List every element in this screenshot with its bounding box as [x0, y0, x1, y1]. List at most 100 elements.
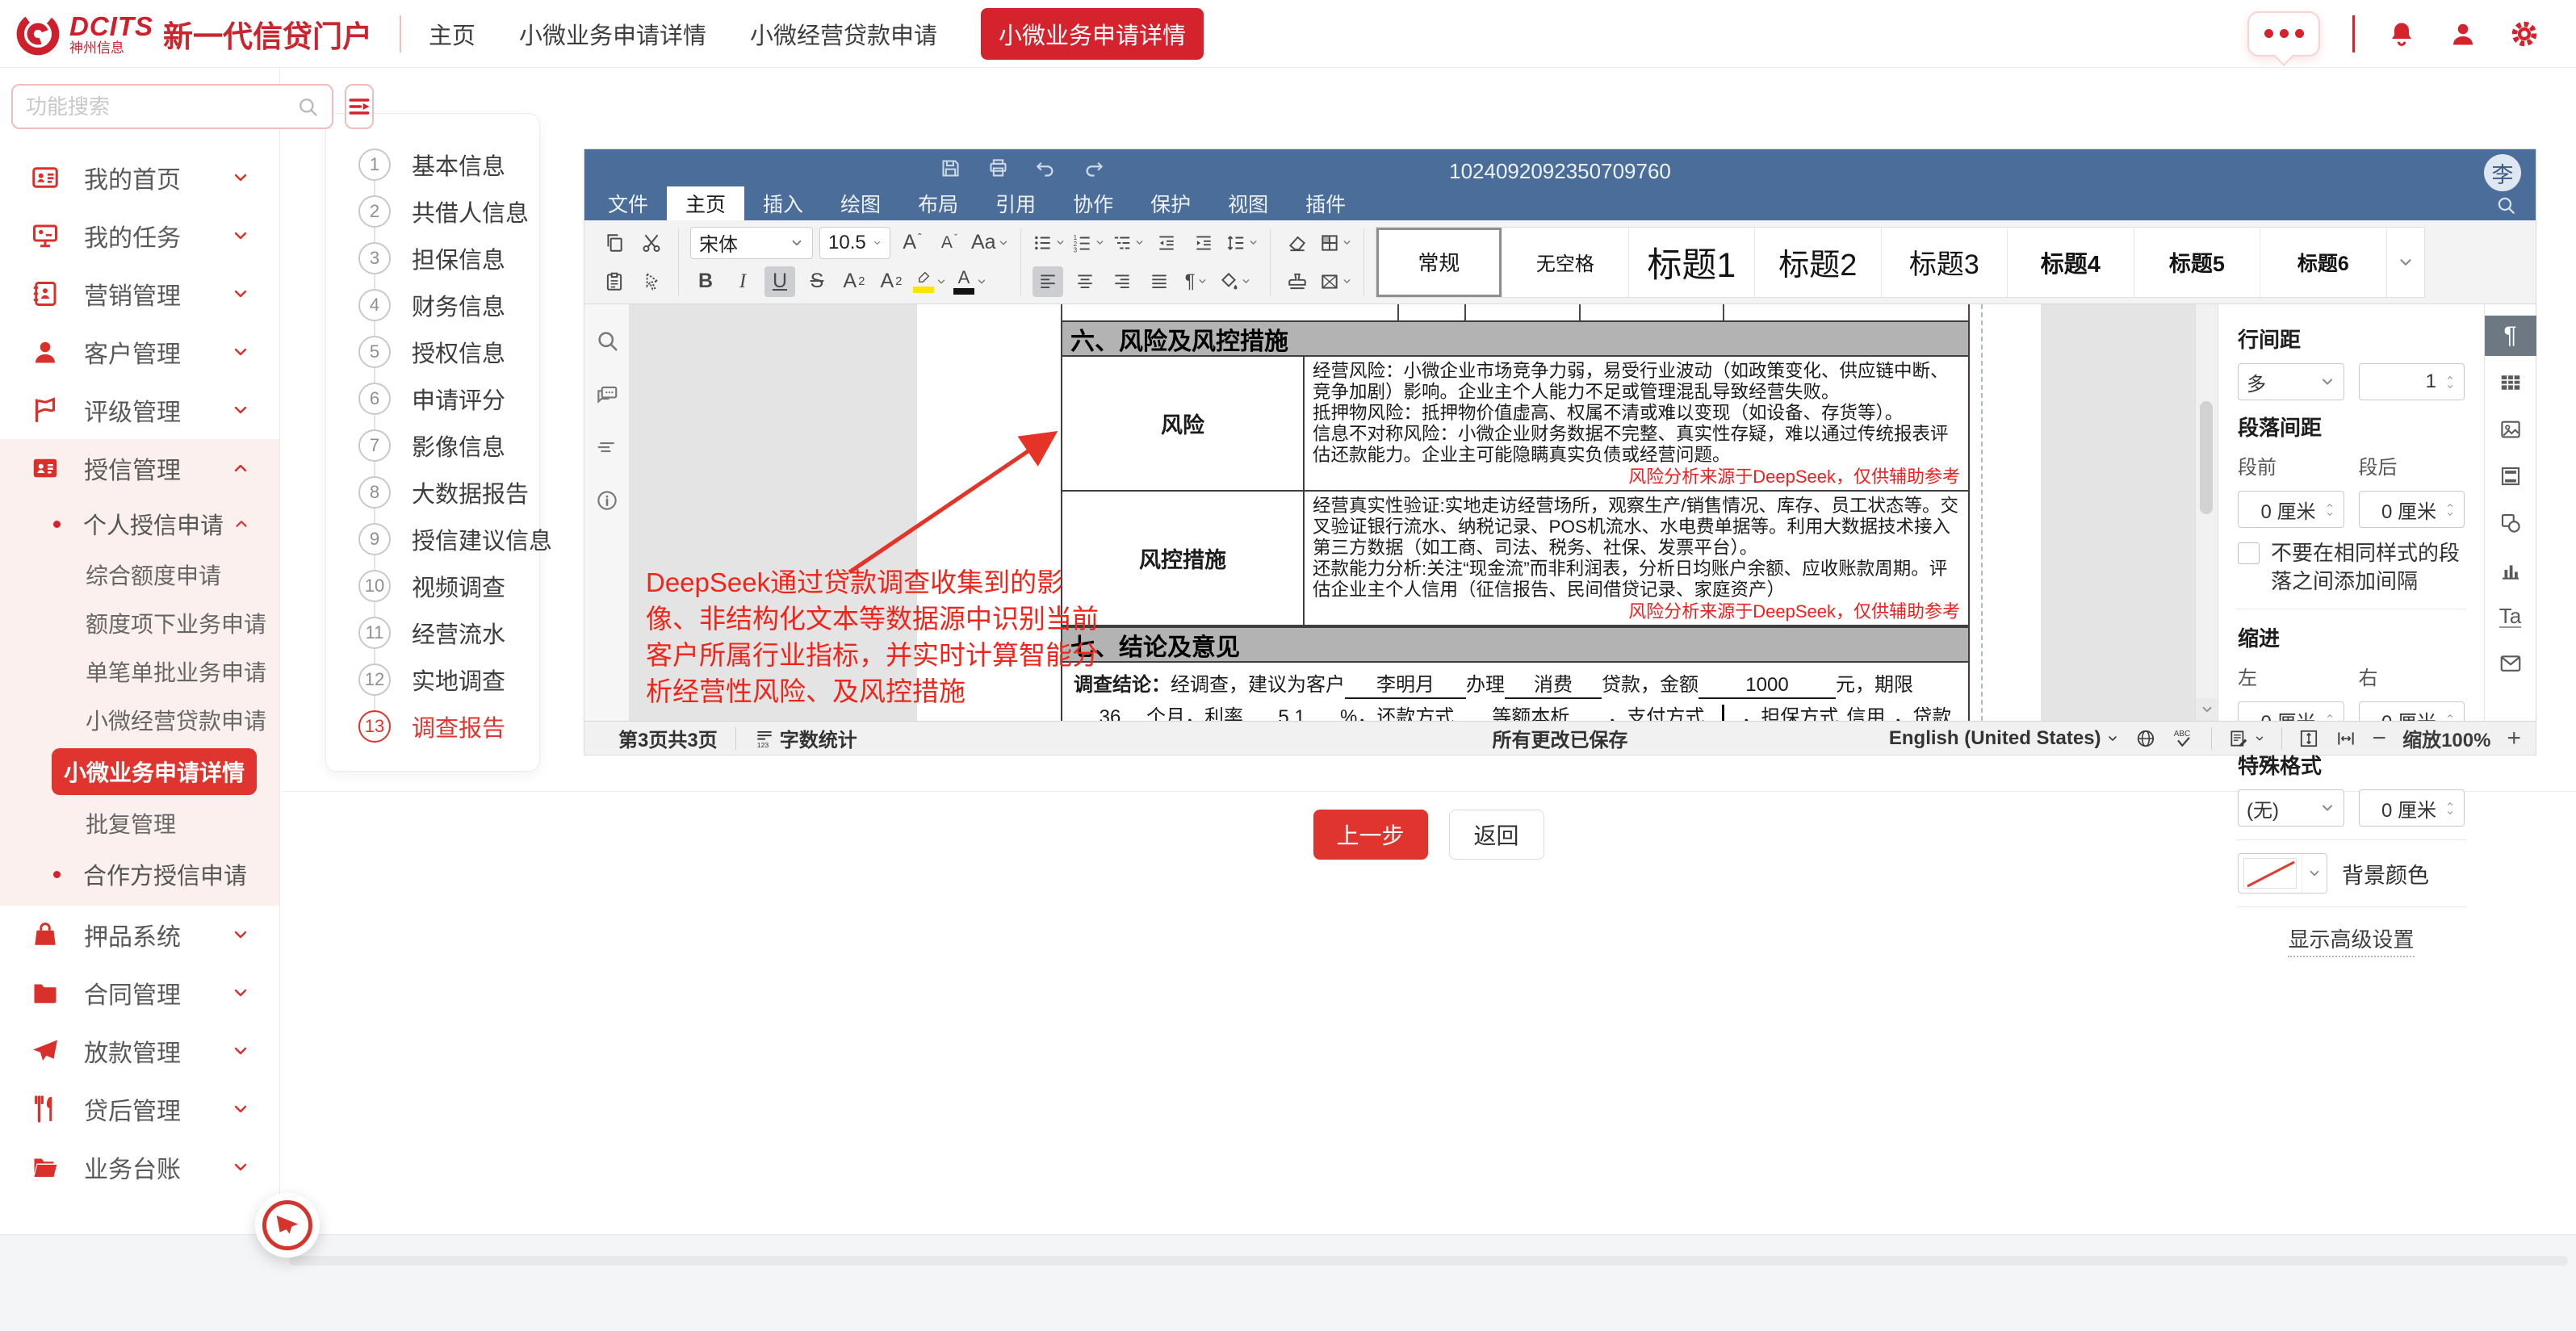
sidebar-item-collateral[interactable]: 押品系统: [0, 906, 279, 964]
floating-assistant-button[interactable]: [255, 1193, 320, 1258]
menu-tab-references[interactable]: 引用: [977, 186, 1054, 220]
notification-bell-icon[interactable]: [2387, 19, 2416, 48]
sidebar-group-partner-credit[interactable]: 合作方授信申请: [0, 848, 279, 901]
align-center-button[interactable]: [1070, 266, 1100, 297]
font-size-select[interactable]: 10.5: [819, 227, 890, 259]
step-field-survey[interactable]: 12实地调查: [326, 656, 539, 703]
decrease-indent-button[interactable]: [1151, 228, 1182, 258]
style-heading6[interactable]: 标题6: [2260, 228, 2387, 297]
sidebar-item-comprehensive-limit[interactable]: 综合额度申请: [0, 550, 279, 599]
line-spacing-value[interactable]: 1: [2359, 363, 2465, 400]
horizontal-scrollbar[interactable]: [289, 1256, 2568, 1266]
style-heading1[interactable]: 标题1: [1629, 228, 1756, 297]
mail-merge-panel-tab[interactable]: [2485, 643, 2536, 684]
step-co-borrower[interactable]: 2共借人信息: [326, 188, 539, 235]
menu-tab-home[interactable]: 主页: [667, 186, 744, 220]
shapes-panel-tab[interactable]: [2485, 503, 2536, 543]
paragraph-panel-tab[interactable]: ¶: [2485, 316, 2536, 356]
track-changes-button[interactable]: [2228, 728, 2265, 749]
scrollbar-thumb[interactable]: [2200, 401, 2213, 514]
cut-button[interactable]: [636, 228, 667, 258]
menu-tab-draw[interactable]: 绘图: [822, 186, 899, 220]
table-panel-tab[interactable]: [2485, 362, 2536, 403]
navigation-outline-icon[interactable]: [595, 435, 619, 459]
editor-user-avatar[interactable]: 李: [2484, 154, 2521, 191]
space-before-input[interactable]: 0 厘米: [2238, 491, 2344, 528]
style-normal[interactable]: 常规: [1376, 228, 1503, 297]
menu-tab-view[interactable]: 视图: [1209, 186, 1287, 220]
sidebar-item-post-loan[interactable]: 贷后管理: [0, 1080, 279, 1138]
info-icon[interactable]: [595, 488, 619, 513]
menu-tab-plugins[interactable]: 插件: [1287, 186, 1364, 220]
page-indicator[interactable]: 第3页共3页: [618, 724, 718, 752]
text-art-panel-tab[interactable]: Ta: [2485, 596, 2536, 637]
menu-tab-layout[interactable]: 布局: [899, 186, 977, 220]
justify-button[interactable]: [1144, 266, 1175, 297]
blank-amount[interactable]: 1000: [1698, 673, 1836, 699]
step-basic-info[interactable]: 1基本信息: [326, 141, 539, 188]
sidebar-item-marketing[interactable]: 营销管理: [0, 265, 279, 323]
background-color-picker[interactable]: [2238, 853, 2327, 894]
word-count-button[interactable]: 字数统计: [754, 724, 857, 752]
blank-loan-kind[interactable]: 消费: [1505, 673, 1602, 699]
superscript-button[interactable]: A2: [839, 266, 869, 297]
menu-tab-file[interactable]: 文件: [589, 186, 667, 220]
change-case-button[interactable]: Aa: [971, 228, 1009, 258]
spellcheck-icon[interactable]: [2172, 727, 2195, 750]
step-credit-suggestion[interactable]: 9授信建议信息: [326, 516, 539, 563]
menu-tab-collaborate[interactable]: 协作: [1054, 186, 1132, 220]
blank-guarantee-method[interactable]: 信用: [1838, 706, 1893, 721]
step-authorization[interactable]: 5授权信息: [326, 329, 539, 375]
step-imaging[interactable]: 7影像信息: [326, 422, 539, 469]
advanced-settings-link[interactable]: 显示高级设置: [2288, 927, 2414, 957]
sidebar-item-my-tasks[interactable]: 我的任务: [0, 207, 279, 265]
nav-tab-micro-detail-active[interactable]: 小微业务申请详情: [981, 8, 1204, 60]
bold-button[interactable]: B: [690, 266, 721, 297]
comments-icon[interactable]: [595, 382, 619, 406]
find-icon[interactable]: [595, 329, 619, 353]
fit-page-icon[interactable]: [2298, 728, 2319, 749]
sidebar-item-micro-detail-active[interactable]: 小微业务申请详情: [52, 748, 257, 795]
sidebar-item-under-limit-business[interactable]: 额度项下业务申请: [0, 599, 279, 647]
step-score[interactable]: 6申请评分: [326, 375, 539, 422]
conclusion-cell[interactable]: 调查结论：经调查，建议为客户李明月办理消费贷款，金额1000元，期限36个月，利…: [1061, 663, 1970, 721]
sidebar-item-customer[interactable]: 客户管理: [0, 323, 279, 381]
step-guarantee[interactable]: 3担保信息: [326, 235, 539, 282]
frame-button[interactable]: [1319, 266, 1352, 297]
previous-step-button[interactable]: 上一步: [1313, 810, 1428, 860]
stepper-icon[interactable]: [2444, 374, 2456, 391]
more-tabs-button[interactable]: [2247, 11, 2320, 57]
nav-tab-home[interactable]: 主页: [429, 17, 475, 51]
sidebar-item-rating[interactable]: 评级管理: [0, 381, 279, 439]
align-left-button[interactable]: [1032, 266, 1063, 297]
back-button[interactable]: 返回: [1449, 810, 1544, 860]
sidebar-group-personal-credit[interactable]: 个人授信申请: [0, 497, 279, 550]
font-color-button[interactable]: A: [953, 266, 987, 297]
step-business-flow[interactable]: 11经营流水: [326, 609, 539, 656]
language-select[interactable]: English (United States): [1889, 727, 2119, 750]
header-footer-panel-tab[interactable]: [2485, 456, 2536, 496]
italic-button[interactable]: I: [727, 266, 758, 297]
sidebar-item-approval-management[interactable]: 批复管理: [0, 799, 279, 848]
subscript-button[interactable]: A2: [876, 266, 907, 297]
grow-font-button[interactable]: Aˆ: [897, 228, 928, 258]
underline-button[interactable]: U: [764, 266, 795, 297]
user-profile-icon[interactable]: [2448, 19, 2478, 48]
sidebar-item-single-batch[interactable]: 单笔单批业务申请: [0, 647, 279, 696]
zoom-level[interactable]: 缩放100%: [2402, 724, 2490, 752]
select-button[interactable]: [636, 266, 667, 297]
nav-tab-micro-detail[interactable]: 小微业务申请详情: [519, 17, 706, 51]
menu-collapse-button[interactable]: [345, 84, 374, 129]
blank-customer-name[interactable]: 李明月: [1345, 673, 1466, 699]
blank-rate[interactable]: 5.1: [1243, 705, 1340, 721]
highlight-color-button[interactable]: [913, 266, 947, 297]
line-spacing-button[interactable]: [1225, 228, 1259, 258]
image-panel-tab[interactable]: [2485, 409, 2536, 450]
vertical-scrollbar[interactable]: [2195, 304, 2218, 721]
sidebar-item-business-ledger[interactable]: 业务台账: [0, 1138, 279, 1196]
shrink-font-button[interactable]: Aˇ: [934, 228, 965, 258]
paste-button[interactable]: [599, 266, 630, 297]
chart-panel-tab[interactable]: [2485, 550, 2536, 590]
style-heading3[interactable]: 标题3: [1882, 228, 2008, 297]
step-finance[interactable]: 4财务信息: [326, 282, 539, 329]
